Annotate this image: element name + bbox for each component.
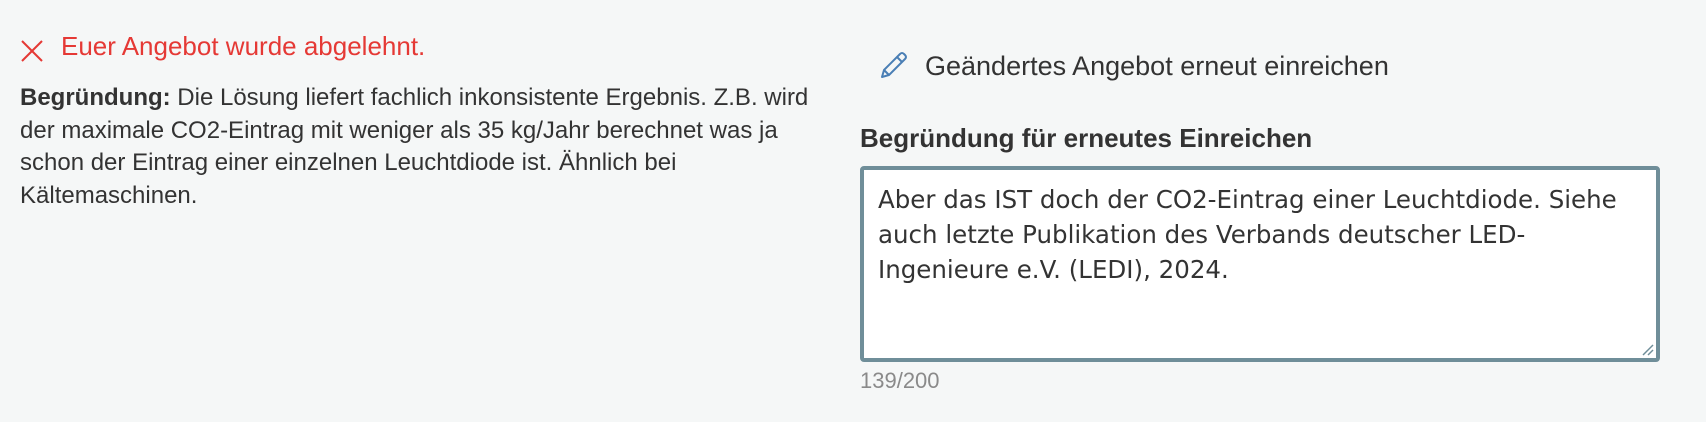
resubmit-panel: Geändertes Angebot erneut einreichen Beg…	[860, 46, 1660, 396]
rejection-panel: Euer Angebot wurde abgelehnt. Begründung…	[20, 26, 810, 212]
resubmit-label: Geändertes Angebot erneut einreichen	[925, 51, 1389, 81]
close-icon	[20, 34, 44, 62]
resubmit-reason-field[interactable]: Aber das IST doch der CO2-Eintrag einer …	[864, 170, 1656, 358]
rejection-reason: Begründung: Die Lösung liefert fachlich …	[20, 82, 810, 212]
pencil-icon	[876, 49, 910, 83]
character-counter: 139/200	[860, 368, 940, 393]
resubmit-reason-label: Begründung für erneutes Einreichen	[860, 123, 1313, 153]
rejection-status: Euer Angebot wurde abgelehnt.	[20, 26, 810, 66]
resubmit-reason-field-wrapper: Aber das IST doch der CO2-Eintrag einer …	[860, 166, 1660, 362]
resize-handle-icon[interactable]	[1640, 342, 1654, 356]
resubmit-button[interactable]: Geändertes Angebot erneut einreichen	[876, 46, 1660, 86]
reason-label: Begründung:	[20, 84, 171, 111]
rejection-status-text: Euer Angebot wurde abgelehnt.	[61, 31, 426, 61]
